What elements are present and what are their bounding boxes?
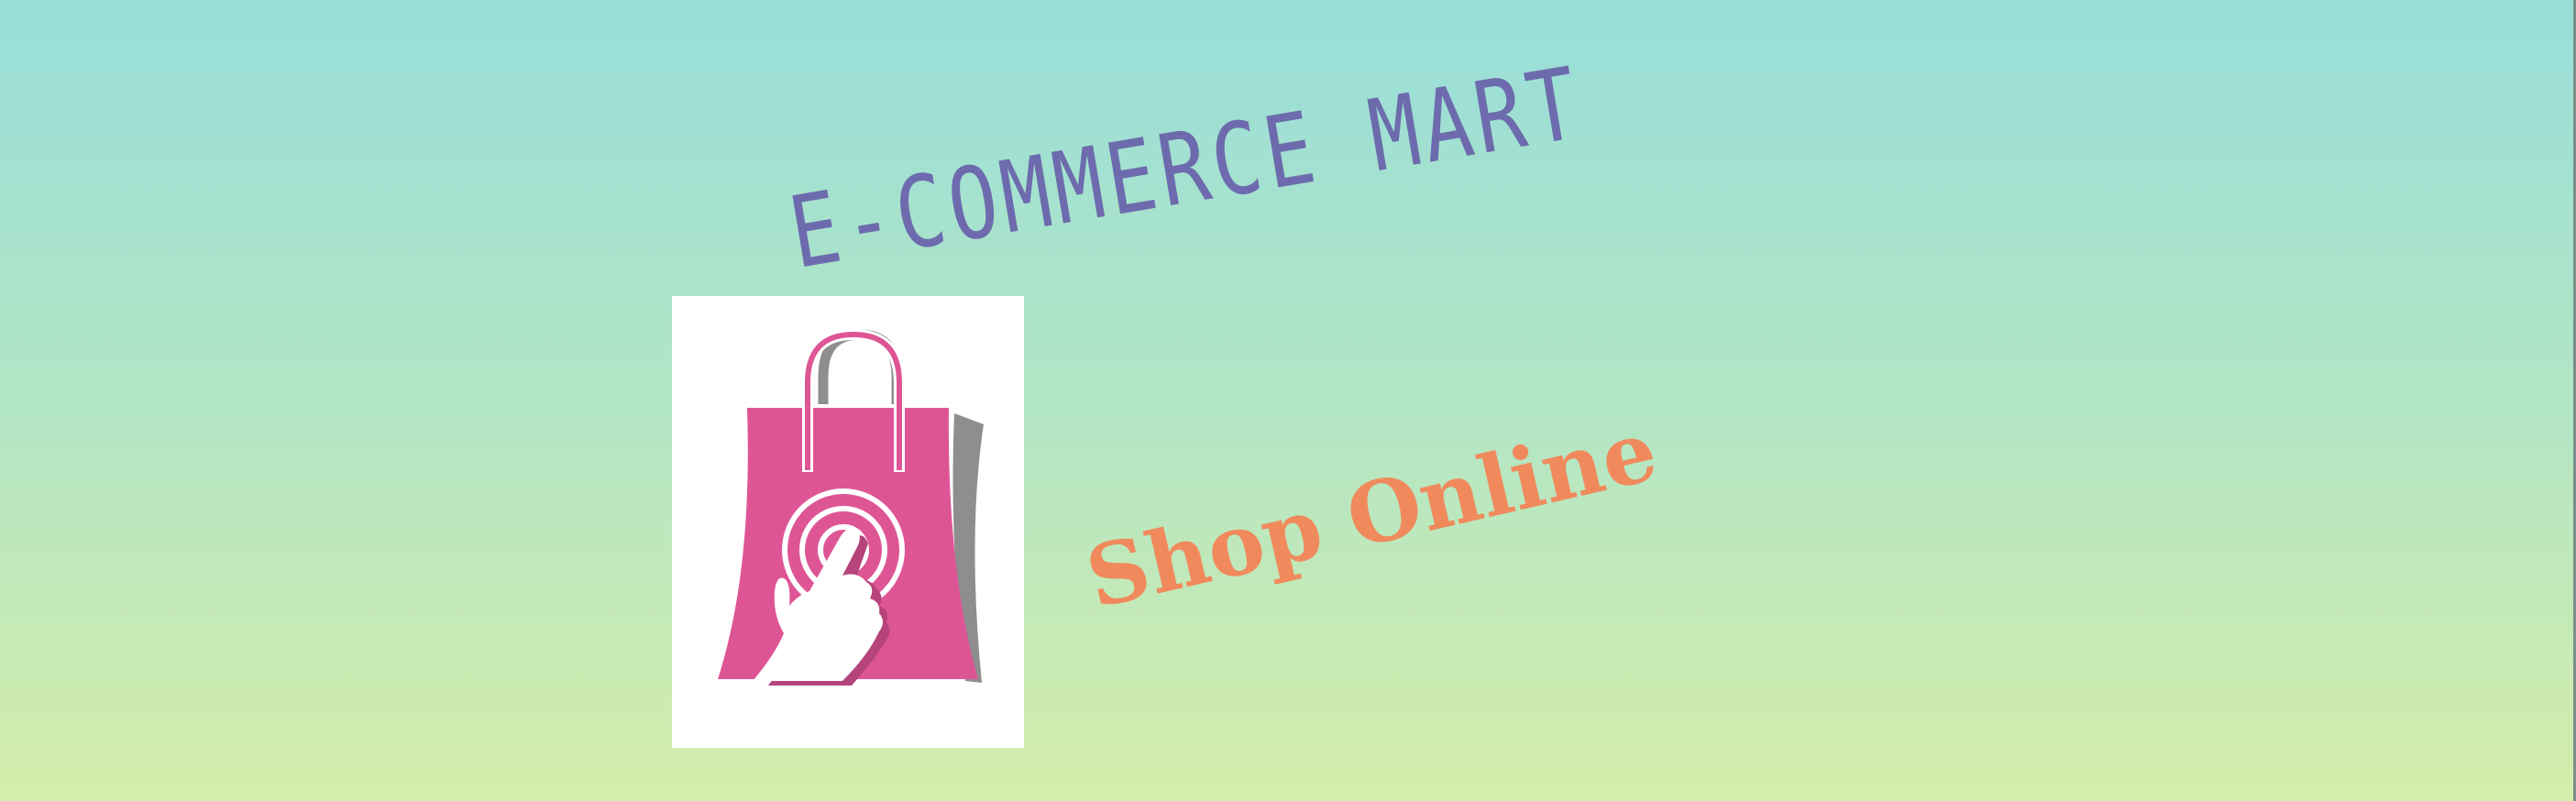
logo-card <box>672 296 1024 748</box>
shopping-bag-with-tap-icon <box>718 328 984 686</box>
tagline: Shop Online <box>1077 400 1666 628</box>
brand-title: E-COMMERCE MART <box>781 46 1591 291</box>
banner: { "banner": { "title": "E-COMMERCE MART"… <box>0 0 2576 801</box>
